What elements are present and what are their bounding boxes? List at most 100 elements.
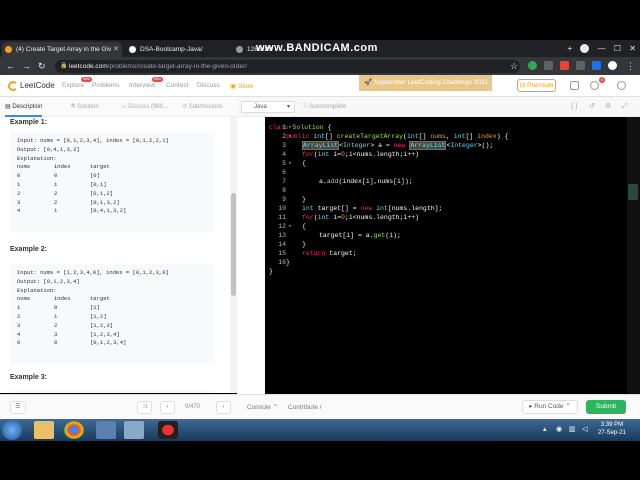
- extension-icon[interactable]: [528, 61, 537, 70]
- table-header: nums index target: [17, 295, 110, 303]
- language-select[interactable]: Java ▾: [241, 101, 295, 113]
- back-icon[interactable]: ←: [6, 57, 15, 75]
- maximize-icon[interactable]: ☐: [614, 44, 621, 53]
- new-badge: New: [81, 77, 93, 82]
- nav-contest[interactable]: Contest: [166, 82, 188, 89]
- reload-icon[interactable]: ↻: [38, 57, 46, 75]
- code-line: target[i] = a.get(i);: [319, 232, 401, 239]
- example-output: Output: [0,1,2,3,4]: [17, 277, 80, 285]
- bookmark-star-icon[interactable]: ☆: [510, 57, 518, 75]
- window-controls: + — ☐ ✕: [568, 40, 636, 57]
- close-tab-icon[interactable]: ✕: [113, 42, 119, 57]
- submit-button[interactable]: Submit: [586, 400, 626, 414]
- run-code-button[interactable]: ▸ Run Code ⌃: [522, 400, 578, 414]
- example-input: Input: nums = [1,2,3,4,0], index = [0,1,…: [17, 269, 169, 276]
- close-window-icon[interactable]: ✕: [629, 44, 636, 53]
- start-orb-icon[interactable]: [2, 420, 22, 440]
- example-heading: Example 2:: [10, 246, 47, 253]
- bandicam-record-icon[interactable]: [158, 421, 178, 439]
- profile-icon[interactable]: [580, 44, 590, 54]
- extension-icon[interactable]: [544, 61, 553, 70]
- url-input[interactable]: 🔒 leetcode.com/problems/create-target-ar…: [55, 60, 520, 73]
- leetcode-logo-icon: [8, 80, 18, 91]
- line-number: 6: [282, 169, 286, 176]
- tab-title: (4) Create Target Array in the Giv: [16, 46, 112, 53]
- table-row: 4 1 [0,4,1,3,2]: [17, 207, 127, 215]
- shuffle-button[interactable]: ⤨: [137, 401, 152, 414]
- code-braces-icon[interactable]: { }: [571, 97, 578, 117]
- user-avatar-icon[interactable]: [617, 81, 626, 90]
- nav-interview[interactable]: Interview New: [129, 77, 164, 89]
- leetcode-logo[interactable]: LeetCode: [8, 80, 55, 92]
- submissions-icon: ↺: [182, 104, 189, 110]
- chevron-left-icon: ‹: [166, 404, 169, 410]
- forward-icon[interactable]: →: [22, 57, 31, 75]
- line-number: 16: [278, 259, 286, 266]
- extension-icon[interactable]: [592, 61, 601, 70]
- lock-icon: 🔒: [60, 63, 68, 69]
- notification-bell-icon[interactable]: [590, 81, 599, 90]
- problem-list-button[interactable]: ☰: [10, 401, 26, 414]
- tab-discuss[interactable]: ▱ Discuss (999...: [122, 97, 168, 117]
- extension-icon[interactable]: [576, 61, 585, 70]
- taskbar-clock[interactable]: 3:39 PM 27-Sep-21: [598, 421, 626, 437]
- next-problem-button[interactable]: ›: [216, 401, 231, 414]
- table-row: 1 1 [0,1]: [17, 180, 107, 188]
- file-explorer-icon[interactable]: [34, 421, 54, 439]
- store-icon: ▣: [230, 83, 238, 90]
- extension-icon[interactable]: [560, 61, 569, 70]
- browser-tab-github[interactable]: DSA-Bootcamp-Java/: [126, 42, 231, 57]
- tab-solution[interactable]: ⚗ Solution: [70, 97, 99, 117]
- code-editor[interactable]: 1 ▾ class Solution { 2 ▾ public int[] create…: [265, 117, 627, 394]
- playground-icon[interactable]: [570, 81, 579, 90]
- table-row: 4 3 [1,2,3,4]: [17, 330, 120, 338]
- new-badge: New: [152, 77, 164, 82]
- fullscreen-icon[interactable]: ⤢: [622, 97, 628, 117]
- table-row: 3 2 [1,2,3]: [17, 321, 114, 329]
- leetcode-header: LeetCode Explore New Problems Interview Ne…: [0, 75, 640, 97]
- code-line: class Solution {: [269, 124, 332, 131]
- line-number: 3: [282, 142, 286, 149]
- nav-explore[interactable]: Explore New: [62, 77, 93, 89]
- browser-tab-leetcode[interactable]: (4) Create Target Array in the Giv ✕: [2, 42, 122, 57]
- code-line: {: [302, 223, 306, 230]
- new-tab-icon[interactable]: +: [568, 44, 573, 53]
- side-panel-toggle[interactable]: [628, 184, 638, 200]
- challenge-banner[interactable]: 🚀 September LeetCoding Challenge 2021: [359, 75, 492, 91]
- chrome-icon[interactable]: [64, 421, 84, 439]
- premium-button[interactable]: ⊡ Premium: [517, 79, 556, 92]
- code-line: return target;: [302, 250, 357, 257]
- volume-icon[interactable]: ◁: [582, 425, 587, 433]
- tab-description[interactable]: ▤ Description: [5, 97, 43, 117]
- nav-problems[interactable]: Problems: [92, 82, 119, 89]
- problem-tabs: ▤ Description ⚗ Solution ▱ Discuss (999.…: [0, 97, 237, 117]
- settings-gear-icon[interactable]: ⚙: [605, 97, 611, 117]
- bottom-action-bar: ☰ ⤨ ‹ 0/470 › Console ⌃ Contribute / ▸ R…: [0, 394, 640, 419]
- window-app-icon[interactable]: [124, 421, 144, 439]
- menu-kebab-icon[interactable]: ⋮: [626, 57, 635, 75]
- editor-toolbar: Java ▾ ⓘ Autocomplete { } ↺ ⚙ ⤢: [237, 97, 640, 117]
- nav-discuss[interactable]: Discuss: [197, 82, 220, 89]
- example-box: [10, 390, 215, 393]
- document-app-icon[interactable]: [96, 421, 116, 439]
- network-icon[interactable]: ▥: [569, 425, 576, 433]
- console-button[interactable]: Console ⌃: [247, 401, 278, 414]
- panel-divider[interactable]: [237, 117, 265, 394]
- tab-submissions[interactable]: ↺ Submissions: [182, 97, 223, 117]
- line-number: 10: [278, 205, 286, 212]
- minimize-icon[interactable]: —: [598, 44, 606, 53]
- line-number: 14: [278, 241, 286, 248]
- description-scroll-thumb[interactable]: [231, 193, 236, 296]
- tray-expand-icon[interactable]: ▴: [543, 425, 547, 433]
- reset-icon[interactable]: ↺: [589, 97, 595, 117]
- example-box: Input: nums = [0,1,2,3,4], index = [0,1,…: [10, 132, 215, 232]
- code-line: }: [286, 259, 290, 266]
- code-line: }: [269, 268, 273, 275]
- profile-avatar-icon[interactable]: [608, 61, 617, 70]
- prev-problem-button[interactable]: ‹: [160, 401, 175, 414]
- nav-store[interactable]: ▣ Store: [230, 82, 254, 90]
- tray-app-icon[interactable]: ◉: [556, 425, 562, 433]
- autocomplete-toggle[interactable]: ⓘ Autocomplete: [302, 97, 346, 117]
- code-line: }: [302, 241, 306, 248]
- contribute-button[interactable]: Contribute /: [288, 401, 322, 414]
